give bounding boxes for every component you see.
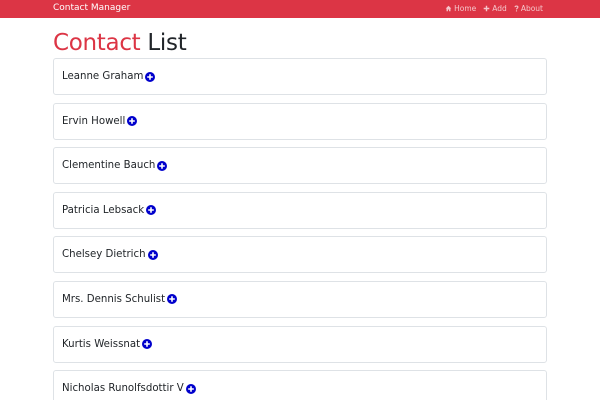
plus-icon: [483, 5, 490, 12]
nav-link-add[interactable]: Add: [483, 4, 507, 13]
contact-name: Clementine Bauch: [62, 160, 156, 172]
contact-name: Mrs. Dennis Schulist: [62, 293, 166, 305]
contact-card: Mrs. Dennis Schulist: [53, 280, 547, 318]
plus-circle-icon[interactable]: [146, 205, 157, 216]
nav-link-label: Home: [454, 4, 477, 13]
navbar: Contact Manager Home Add About: [0, 0, 600, 18]
contact-list: Leanne Graham Ervin Howell Clementine Bauc…: [53, 58, 547, 400]
plus-circle-icon[interactable]: [145, 71, 156, 82]
contact-card: Clementine Bauch: [53, 147, 547, 185]
contact-card: Patricia Lebsack: [53, 191, 547, 229]
plus-circle-icon[interactable]: [147, 249, 158, 260]
contact-card: Kurtis Weissnat: [53, 325, 547, 363]
page-title-rest: List: [147, 30, 187, 56]
contact-name: Nicholas Runolfsdottir V: [62, 383, 184, 395]
contact-card: Nicholas Runolfsdottir V: [53, 370, 547, 400]
contact-card: Leanne Graham: [53, 58, 547, 95]
nav-link-label: Add: [492, 4, 507, 13]
plus-circle-icon[interactable]: [127, 116, 138, 127]
plus-circle-icon[interactable]: [185, 383, 196, 394]
page-title-accent: Contact: [53, 30, 141, 56]
plus-circle-icon[interactable]: [157, 160, 168, 171]
home-icon: [445, 5, 452, 12]
contact-name: Patricia Lebsack: [62, 204, 145, 216]
contact-name: Ervin Howell: [62, 115, 126, 127]
contact-name: Leanne Graham: [62, 71, 144, 82]
contact-name: Kurtis Weissnat: [62, 338, 141, 350]
contact-card: Chelsey Dietrich: [53, 236, 547, 274]
question-icon: [514, 5, 519, 12]
nav-link-about[interactable]: About: [514, 4, 543, 13]
plus-circle-icon[interactable]: [167, 294, 178, 305]
nav-link-label: About: [520, 4, 543, 13]
nav-links: Home Add About: [445, 4, 543, 13]
brand-link[interactable]: Contact Manager: [53, 3, 130, 13]
contact-name: Chelsey Dietrich: [62, 249, 146, 261]
nav-link-home[interactable]: Home: [445, 4, 476, 13]
plus-circle-icon[interactable]: [142, 339, 153, 350]
contact-card: Ervin Howell: [53, 102, 547, 140]
page-title: Contact List: [53, 28, 187, 58]
